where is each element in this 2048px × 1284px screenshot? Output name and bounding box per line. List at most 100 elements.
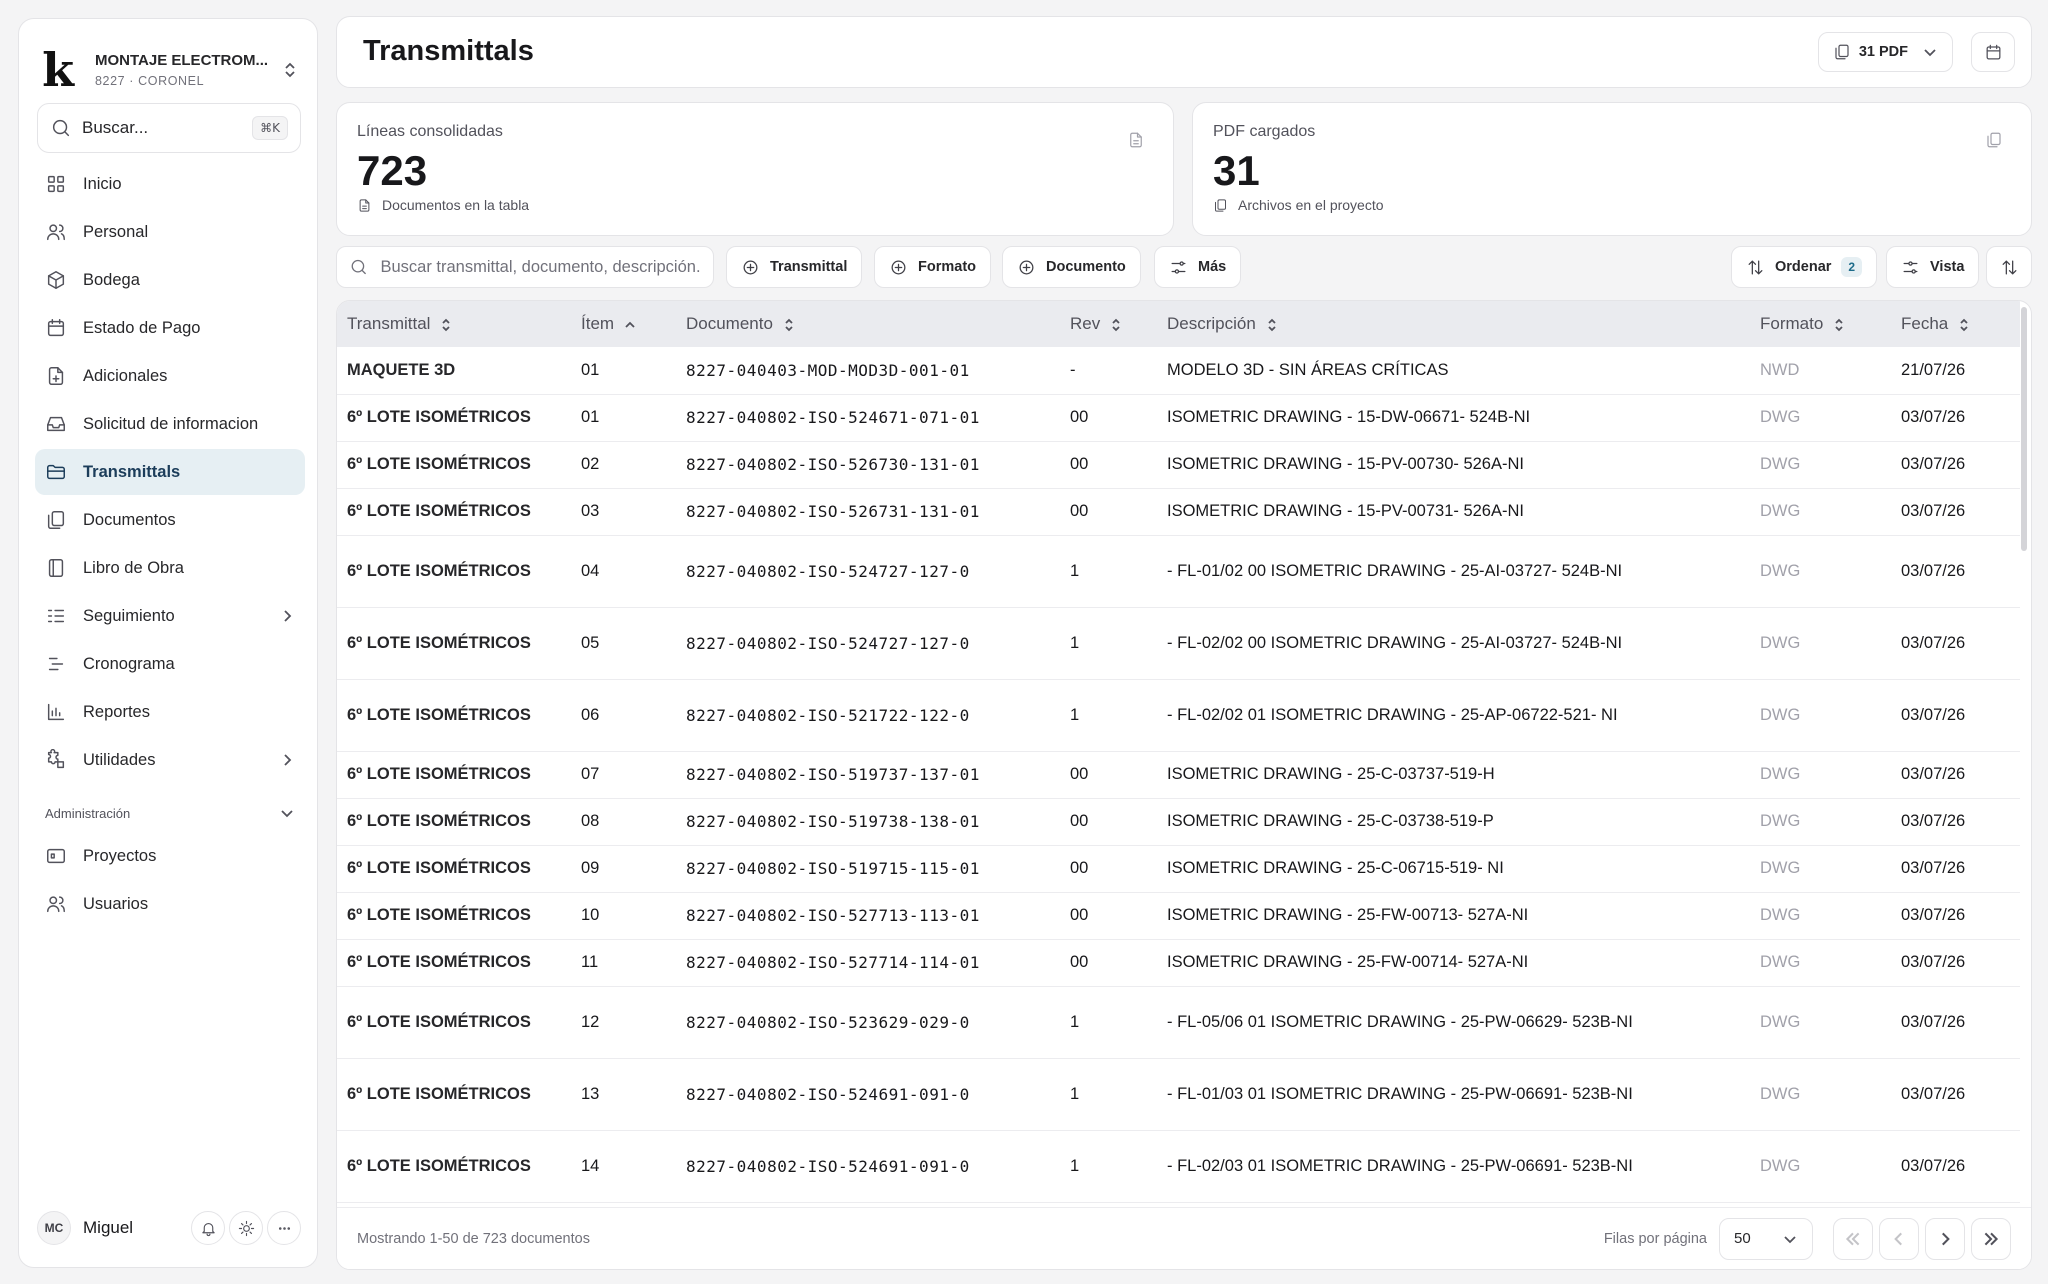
cell-documento: 8227-040802-ISO-519737-137-01 xyxy=(676,751,1060,799)
calendar-button[interactable] xyxy=(1971,32,2015,72)
sidebar-item-documentos[interactable]: Documentos xyxy=(35,497,305,543)
column-header-formato[interactable]: Formato xyxy=(1750,301,1891,347)
table-row[interactable]: 6º LOTE ISOMÉTRICOS 11 8227-040802-ISO-527… xyxy=(337,939,2020,987)
cell-fecha: 03/07/26 xyxy=(1891,535,2020,608)
cell-documento: 8227-040802-ISO-527713-113-01 xyxy=(676,892,1060,940)
table-row[interactable]: 6º LOTE ISOMÉTRICOS 01 8227-040802-ISO-524… xyxy=(337,394,2020,442)
settings-sliders-icon xyxy=(1903,260,1918,274)
cell-transmittal: 6º LOTE ISOMÉTRICOS xyxy=(337,1130,571,1203)
table-row[interactable]: 6º LOTE ISOMÉTRICOS 03 8227-040802-ISO-526… xyxy=(337,488,2020,536)
sidebar-item-label: Solicitud de informacion xyxy=(83,414,259,433)
cell-item: 13 xyxy=(571,1058,676,1131)
cell-rev: 1 xyxy=(1060,679,1157,752)
filter-formato-button[interactable]: Formato xyxy=(874,246,991,288)
admin-section-toggle[interactable]: Administración xyxy=(35,785,305,833)
box-icon xyxy=(47,271,65,289)
column-label: Descripción xyxy=(1167,314,1256,333)
rows-per-page-select[interactable]: 50 xyxy=(1719,1217,1813,1260)
sidebar-search[interactable]: Buscar... ⌘K xyxy=(37,103,301,153)
sidebar-item-libro-de-obra[interactable]: Libro de Obra xyxy=(35,545,305,591)
sidebar-item-inicio[interactable]: Inicio xyxy=(35,161,305,207)
table-scrollbar[interactable] xyxy=(2021,307,2027,551)
cell-item: 09 xyxy=(571,845,676,893)
table-row[interactable]: 6º LOTE ISOMÉTRICOS 05 8227-040802-ISO-524… xyxy=(337,607,2020,680)
cell-rev: - xyxy=(1060,347,1157,395)
cell-descripcion: ISOMETRIC DRAWING - 25-C-03737-519-H xyxy=(1157,751,1750,799)
sidebar-item-label: Documentos xyxy=(83,510,176,529)
table-row[interactable]: 6º LOTE ISOMÉTRICOS 09 8227-040802-ISO-519… xyxy=(337,845,2020,893)
file-plus-icon xyxy=(48,367,64,385)
sidebar-item-label: Reportes xyxy=(83,702,150,721)
column-header-fecha[interactable]: Fecha xyxy=(1891,301,2020,347)
table-search-input[interactable]: Buscar transmittal, documento, descripci… xyxy=(336,246,714,288)
cell-transmittal: 6º LOTE ISOMÉTRICOS xyxy=(337,488,571,536)
column-label: Transmittal xyxy=(347,314,431,333)
table-row[interactable]: MAQUETE 3D 01 8227-040403-MOD-MOD3D-001-01… xyxy=(337,347,2020,395)
filter-documento-button[interactable]: Documento xyxy=(1002,246,1141,288)
sidebar-item-transmittals[interactable]: Transmittals xyxy=(35,449,305,495)
next-page-button[interactable] xyxy=(1925,1217,1965,1260)
cell-rev: 1 xyxy=(1060,986,1157,1059)
column-header-rev[interactable]: Rev xyxy=(1060,301,1157,347)
cell-formato: DWG xyxy=(1750,986,1891,1059)
sidebar-item-solicitud-de-informacion[interactable]: Solicitud de informacion xyxy=(35,401,305,447)
cell-documento: 8227-040802-ISO-527714-114-01 xyxy=(676,939,1060,987)
first-page-button[interactable] xyxy=(1833,1217,1873,1260)
last-page-button[interactable] xyxy=(1971,1217,2011,1260)
files-icon xyxy=(47,511,65,529)
table-row[interactable]: 6º LOTE ISOMÉTRICOS 13 8227-040802-ISO-524… xyxy=(337,1058,2020,1131)
pdf-files-button[interactable]: 31 PDF xyxy=(1817,32,1953,72)
sidebar-item-usuarios[interactable]: Usuarios xyxy=(35,881,305,927)
transmittals-table: Transmittal Ítem Documento Rev Descripci… xyxy=(337,301,2020,1203)
table-row[interactable]: 6º LOTE ISOMÉTRICOS 12 8227-040802-ISO-523… xyxy=(337,986,2020,1059)
cell-descripcion: ISOMETRIC DRAWING - 25-C-06715-519- NI xyxy=(1157,845,1750,893)
sidebar-item-reportes[interactable]: Reportes xyxy=(35,689,305,735)
reorder-button[interactable] xyxy=(1986,246,2032,288)
cell-item: 04 xyxy=(571,535,676,608)
cell-fecha: 03/07/26 xyxy=(1891,986,2020,1059)
column-label: Formato xyxy=(1760,314,1824,333)
table-row[interactable]: 6º LOTE ISOMÉTRICOS 02 8227-040802-ISO-526… xyxy=(337,441,2020,489)
cell-item: 02 xyxy=(571,441,676,489)
chevron-right-icon xyxy=(1942,1232,1950,1245)
sidebar-item-utilidades[interactable]: Utilidades xyxy=(35,737,305,783)
cell-documento: 8227-040802-ISO-526730-131-01 xyxy=(676,441,1060,489)
column-header-descripcion[interactable]: Descripción xyxy=(1157,301,1750,347)
table-row[interactable]: 6º LOTE ISOMÉTRICOS 08 8227-040802-ISO-519… xyxy=(337,798,2020,846)
sort-button[interactable]: Ordenar 2 xyxy=(1731,246,1878,288)
cell-documento: 8227-040802-ISO-521722-122-0 xyxy=(676,679,1060,752)
org-switcher[interactable]: k MONTAJE ELECTROM... 8227 · CORONEL xyxy=(33,33,303,107)
cell-formato: DWG xyxy=(1750,798,1891,846)
sidebar-item-estado-de-pago[interactable]: Estado de Pago xyxy=(35,305,305,351)
theme-toggle-button[interactable] xyxy=(229,1211,263,1245)
column-header-transmittal[interactable]: Transmittal xyxy=(337,301,571,347)
table-row[interactable]: 6º LOTE ISOMÉTRICOS 14 8227-040802-ISO-524… xyxy=(337,1130,2020,1203)
sidebar-item-bodega[interactable]: Bodega xyxy=(35,257,305,303)
column-header-documento[interactable]: Documento xyxy=(676,301,1060,347)
table-row[interactable]: 6º LOTE ISOMÉTRICOS 04 8227-040802-ISO-524… xyxy=(337,535,2020,608)
more-filters-button[interactable]: Más xyxy=(1154,246,1242,288)
cell-fecha: 03/07/26 xyxy=(1891,892,2020,940)
pdf-button-label: 31 PDF xyxy=(1858,44,1908,60)
sidebar-item-cronograma[interactable]: Cronograma xyxy=(35,641,305,687)
sidebar-item-seguimiento[interactable]: Seguimiento xyxy=(35,593,305,639)
table-row[interactable]: 6º LOTE ISOMÉTRICOS 07 8227-040802-ISO-519… xyxy=(337,751,2020,799)
previous-page-button[interactable] xyxy=(1879,1217,1919,1260)
sidebar-item-personal[interactable]: Personal xyxy=(35,209,305,255)
column-header-item[interactable]: Ítem xyxy=(571,301,676,347)
filter-transmittal-button[interactable]: Transmittal xyxy=(726,246,863,288)
users-icon xyxy=(47,224,65,241)
more-options-button[interactable] xyxy=(267,1211,301,1245)
user-name[interactable]: Miguel xyxy=(83,1218,187,1238)
chevron-up-down-icon[interactable] xyxy=(277,57,303,83)
notifications-button[interactable] xyxy=(191,1211,225,1245)
button-label: Documento xyxy=(1046,259,1126,275)
sidebar-item-proyectos[interactable]: Proyectos xyxy=(35,833,305,879)
sidebar-item-adicionales[interactable]: Adicionales xyxy=(35,353,305,399)
view-options-button[interactable]: Vista xyxy=(1886,246,1980,288)
table-row[interactable]: 6º LOTE ISOMÉTRICOS 10 8227-040802-ISO-527… xyxy=(337,892,2020,940)
table-row[interactable]: 6º LOTE ISOMÉTRICOS 06 8227-040802-ISO-521… xyxy=(337,679,2020,752)
avatar[interactable]: MC xyxy=(37,1211,71,1245)
cell-documento: 8227-040802-ISO-523629-029-0 xyxy=(676,986,1060,1059)
cell-item: 03 xyxy=(571,488,676,536)
